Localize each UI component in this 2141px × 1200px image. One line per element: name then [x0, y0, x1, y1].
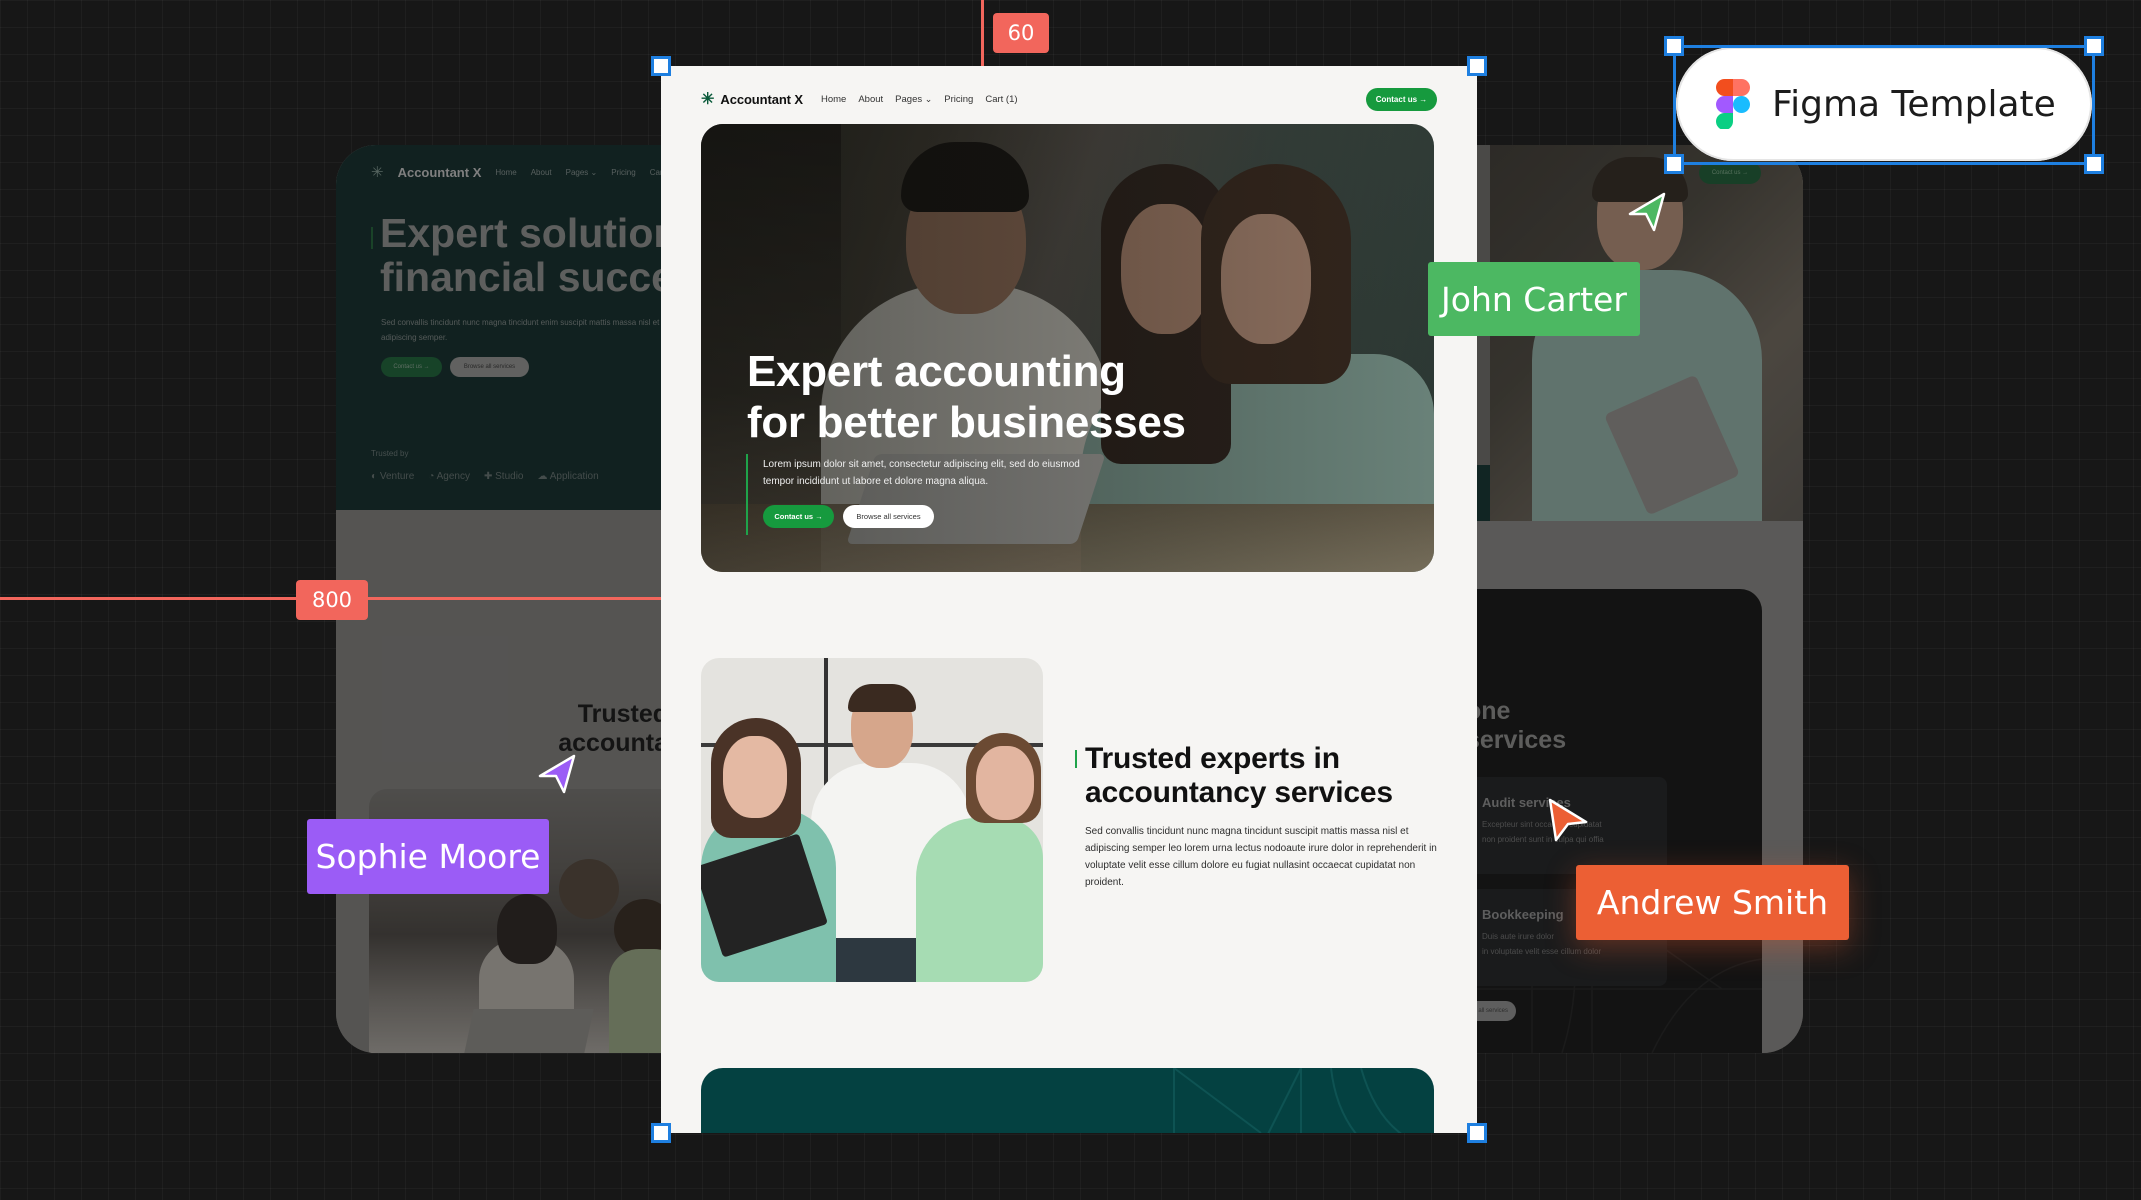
left-hero-title-line2: financial succe	[380, 254, 666, 300]
sophie-moore-label: Sophie Moore	[307, 819, 549, 894]
selection-handle-bottom-right[interactable]	[1467, 1123, 1487, 1143]
chevron-down-icon: ⌄	[924, 93, 933, 104]
left-nav-pages: Pages ⌄	[566, 168, 598, 177]
cta-section	[701, 1068, 1434, 1133]
nav-about[interactable]: About	[858, 94, 883, 105]
nav-cart[interactable]: Cart (1)	[985, 94, 1017, 105]
left-logo-text: Accountant X	[397, 164, 482, 180]
services-section: one services Audit services Excepteur si…	[1472, 589, 1762, 1053]
about-title: Trusted experts in accountancy services	[1085, 742, 1393, 810]
browse-services-button[interactable]: Browse all services	[843, 505, 934, 528]
main-navbar: ✳ Accountant X Home About Pages ⌄ Pricin…	[701, 84, 1437, 114]
logo-icon: ✳	[371, 164, 384, 181]
left-browse-button: Browse all services	[450, 357, 529, 377]
decorative-pattern	[1173, 1068, 1402, 1133]
team-photo	[701, 658, 1043, 982]
sophie-moore-cursor-icon	[538, 754, 576, 794]
left-nav-pricing: Pricing	[611, 167, 636, 177]
hero-subtitle: Lorem ipsum dolor sit amet, consectetur …	[763, 459, 1080, 487]
agency-label: Agency	[436, 471, 470, 482]
venture-icon: ◐	[371, 471, 378, 482]
selection-handle-bottom-left[interactable]	[651, 1123, 671, 1143]
cloud-icon: ☁	[537, 471, 548, 482]
service-desc-line2: in voluptate velit esse cillum dolor	[1482, 947, 1602, 956]
services-title: one services	[1472, 697, 1566, 755]
andrew-smith-label: Andrew Smith	[1576, 865, 1849, 940]
main-logo[interactable]: ✳ Accountant X	[701, 89, 803, 109]
john-carter-label: John Carter	[1428, 262, 1640, 336]
badge-handle-bottom-left[interactable]	[1664, 154, 1684, 174]
main-page-frame[interactable]: ✳ Accountant X Home About Pages ⌄ Pricin…	[661, 66, 1477, 1133]
agency-icon: ◔	[428, 471, 435, 482]
hero-title-line2: for better businesses	[747, 398, 1186, 447]
agency-logo: ◔ Agency	[428, 471, 470, 482]
nav-pages-label: Pages	[895, 93, 923, 105]
studio-icon: ✚	[483, 471, 493, 482]
left-section-title: Trusted accounta	[558, 700, 666, 758]
left-contact-button: Contact us →	[381, 357, 442, 377]
badge-handle-bottom-right[interactable]	[2084, 154, 2104, 174]
badge-handle-top-left[interactable]	[1664, 36, 1684, 56]
venture-logo: ◐ Venture	[371, 471, 414, 482]
selection-handle-top-left[interactable]	[651, 56, 671, 76]
figma-template-label: Figma Template	[1772, 83, 2056, 125]
nav-home[interactable]: Home	[821, 94, 846, 105]
left-hero-title-line1: Expert solution	[380, 210, 666, 256]
left-nav: ✳ Accountant X Home About Pages ⌄ Pricin…	[371, 163, 666, 181]
logo-icon: ✳	[701, 91, 715, 108]
hero-title: Expert accounting for better businesses	[747, 346, 1186, 448]
hero-contact-button[interactable]: Contact us →	[763, 505, 834, 528]
left-nav-pages-label: Pages	[565, 167, 589, 177]
about-title-line2: accountancy services	[1085, 776, 1393, 809]
andrew-smith-cursor-icon	[1548, 798, 1588, 842]
right-all-services-button: all services	[1472, 1001, 1516, 1021]
left-nav-home: Home	[495, 167, 517, 177]
hero-title-line1: Expert accounting	[747, 347, 1126, 396]
nav-pages-dropdown[interactable]: Pages ⌄	[895, 94, 932, 105]
logo-text: Accountant X	[720, 91, 803, 107]
service-title: Bookkeeping	[1482, 907, 1564, 922]
left-section-title-line1: Trusted	[577, 700, 666, 728]
selection-handle-top-right[interactable]	[1467, 56, 1487, 76]
left-hero-subtitle: Sed convallis tincidunt nunc magna tinci…	[381, 318, 660, 342]
left-hero-section: ✳ Accountant X Home About Pages ⌄ Pricin…	[336, 145, 666, 510]
john-carter-cursor-icon	[1628, 192, 1666, 232]
figma-logo-icon	[1716, 79, 1750, 129]
chevron-down-icon: ⌄	[590, 167, 598, 177]
application-logo: ☁ Application	[537, 471, 598, 482]
services-title-line1: one	[1472, 697, 1511, 725]
trusted-logos: ◐ Venture ◔ Agency ✚ Studio ☁ Applicatio…	[371, 471, 599, 482]
studio-logo: ✚ Studio	[484, 471, 524, 482]
nav-pricing[interactable]: Pricing	[944, 94, 973, 105]
accent-bar	[746, 454, 748, 535]
about-title-line1: Trusted experts in	[1085, 742, 1340, 775]
width-badge: 800	[296, 580, 368, 620]
figma-template-badge: Figma Template	[1676, 47, 2092, 161]
right-contact-button: Contact us →	[1699, 162, 1761, 184]
venture-label: Venture	[379, 471, 415, 482]
vertical-spacing-guide-line	[981, 0, 984, 66]
nav-links: Home About Pages ⌄ Pricing Cart (1)	[821, 94, 1018, 105]
badge-handle-top-right[interactable]	[2084, 36, 2104, 56]
hero-section: Expert accounting for better businesses …	[701, 124, 1434, 572]
studio-label: Studio	[495, 471, 524, 482]
accent-bar	[371, 227, 373, 249]
left-hero-title: Expert solution financial succe	[380, 211, 666, 299]
accent-bar	[1075, 750, 1077, 768]
nav-contact-button[interactable]: Contact us →	[1366, 87, 1437, 111]
left-nav-about: About	[530, 167, 552, 177]
spacing-badge: 60	[993, 13, 1049, 53]
trusted-by-label: Trusted by	[371, 449, 409, 458]
services-title-line2: services	[1472, 726, 1567, 754]
application-label: Application	[549, 471, 599, 482]
about-body: Sed convallis tincidunt nunc magna tinci…	[1085, 826, 1437, 888]
